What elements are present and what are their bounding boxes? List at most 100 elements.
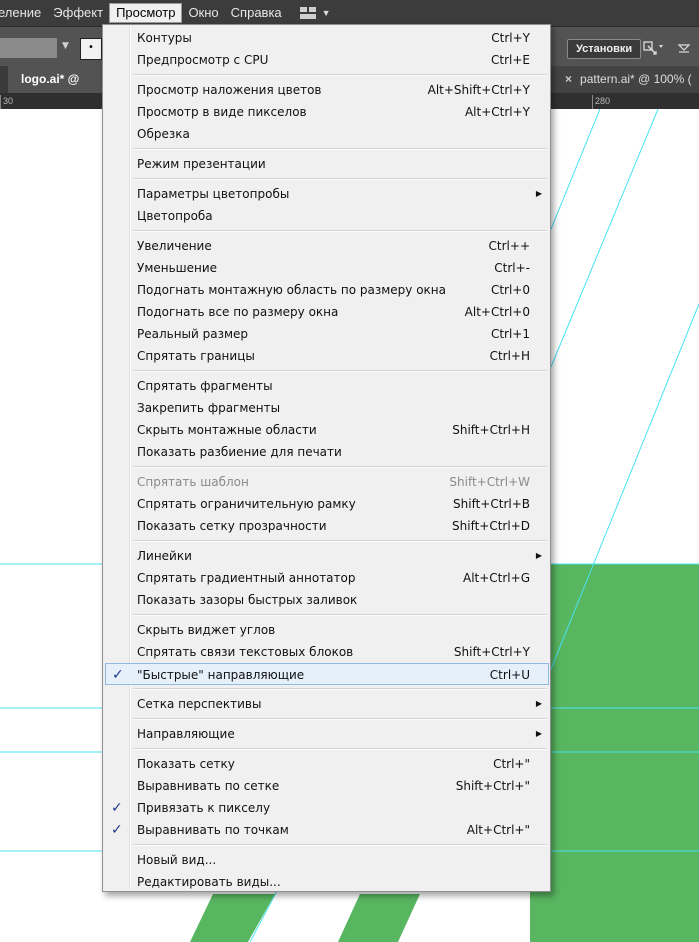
menu-item-label: Контуры	[137, 31, 192, 45]
menu-item-shortcut: Alt+Ctrl+"	[466, 823, 530, 837]
menu-item-16[interactable]: Реальный размер Ctrl+1	[105, 323, 548, 345]
ruler-label: 30	[3, 96, 14, 106]
menu-item-29[interactable]: Спрятать градиентный аннотатор Alt+Ctrl+G	[105, 567, 548, 589]
submenu-arrow-icon: ▶	[535, 551, 542, 560]
menu-item-4[interactable]: Просмотр в виде пикселов Alt+Ctrl+Y	[105, 101, 548, 123]
layout-grid-icon	[299, 7, 316, 19]
menu-item-9[interactable]: Параметры цветопробы ▶	[105, 183, 548, 205]
view-menu-dropdown: Контуры Ctrl+Y Предпросмотр с CPU Ctrl+E Про…	[102, 24, 551, 892]
menu-item-36[interactable]: Сетка перспективы ▶	[105, 693, 548, 715]
checkmark-icon: ✓	[111, 822, 123, 838]
menu-item-shortcut: Ctrl+0	[490, 283, 530, 297]
menu-item-22[interactable]: Показать разбиение для печати	[105, 441, 548, 463]
menu-item-label: Подогнать монтажную область по размеру о…	[137, 283, 446, 297]
menu-item-label: Редактировать виды...	[137, 875, 281, 889]
menu-item-17[interactable]: Спрятать границы Ctrl+H	[105, 345, 548, 367]
menu-item-21[interactable]: Скрыть монтажные области Shift+Ctrl+H	[105, 419, 548, 441]
menu-item-33[interactable]: Спрятать связи текстовых блоков Shift+Ctr…	[105, 641, 548, 663]
stroke-weight-field[interactable]	[0, 38, 57, 58]
arrange-icon[interactable]	[642, 39, 664, 57]
panel-menu-icon[interactable]	[676, 39, 692, 57]
menu-item-0[interactable]: Контуры Ctrl+Y	[105, 27, 548, 49]
menu-item-38[interactable]: Направляющие ▶	[105, 723, 548, 745]
menu-item-13[interactable]: Уменьшение Ctrl+-	[105, 257, 548, 279]
menu-item-label: Скрыть монтажные области	[137, 423, 317, 437]
menu-item-43[interactable]: ✓ Выравнивать по точкам Alt+Ctrl+"	[105, 819, 548, 841]
bullet-icon[interactable]: •	[80, 38, 102, 60]
menu-item-label: Обрезка	[137, 127, 190, 141]
menu-item-shortcut: Ctrl+U	[489, 668, 530, 682]
menu-item-12[interactable]: Увеличение Ctrl++	[105, 235, 548, 257]
tab-label: pattern.ai* @ 100% (	[580, 72, 692, 86]
menu-item-label: Просмотр наложения цветов	[137, 83, 322, 97]
green-stripe-mid	[338, 894, 420, 942]
menu-item-46[interactable]: Редактировать виды...	[105, 871, 548, 893]
menu-window[interactable]: Окно	[182, 3, 224, 23]
menu-view[interactable]: Просмотр	[109, 3, 183, 23]
menu-item-shortcut: Ctrl+H	[489, 349, 530, 363]
menu-item-1[interactable]: Предпросмотр с CPU Ctrl+E	[105, 49, 548, 71]
menu-separator	[133, 370, 547, 372]
menu-help[interactable]: Справка	[225, 3, 288, 23]
menu-effect[interactable]: Эффект	[47, 3, 109, 23]
menu-item-45[interactable]: Новый вид...	[105, 849, 548, 871]
preferences-button[interactable]: Установки	[567, 39, 642, 59]
menu-item-3[interactable]: Просмотр наложения цветов Alt+Shift+Ctrl+…	[105, 79, 548, 101]
menu-separator	[133, 540, 547, 542]
guide-line	[550, 109, 601, 230]
menu-item-label: Параметры цветопробы	[137, 187, 290, 201]
workspace-switcher[interactable]: ▼	[299, 7, 331, 19]
menu-item-30[interactable]: Показать зазоры быстрых заливок	[105, 589, 548, 611]
menu-item-28[interactable]: Линейки ▶	[105, 545, 548, 567]
close-icon[interactable]: ×	[565, 72, 572, 86]
menu-item-25[interactable]: Спрятать ограничительную рамку Shift+Ctrl…	[105, 493, 548, 515]
green-block-right	[530, 564, 699, 942]
guide-line	[550, 109, 659, 368]
menu-item-shortcut: Ctrl+Y	[491, 31, 530, 45]
menu-item-shortcut: Shift+Ctrl+H	[452, 423, 530, 437]
menu-item-40[interactable]: Показать сетку Ctrl+"	[105, 753, 548, 775]
menu-item-shortcut: Shift+Ctrl+W	[449, 475, 530, 489]
menu-item-34[interactable]: ✓ "Быстрые" направляющие Ctrl+U	[105, 663, 549, 685]
tab-logo[interactable]: logo.ai* @ 1200	[8, 66, 106, 113]
menu-separator	[133, 466, 547, 468]
chevron-down-icon: ▼	[321, 8, 331, 18]
menu-item-shortcut: Shift+Ctrl+"	[455, 779, 530, 793]
menu-select[interactable]: еление	[0, 3, 47, 23]
menu-item-32[interactable]: Скрыть виджет углов	[105, 619, 548, 641]
menu-item-label: Выравнивать по точкам	[137, 823, 289, 837]
submenu-arrow-icon: ▶	[535, 189, 542, 198]
menu-item-42[interactable]: ✓ Привязать к пикселу	[105, 797, 548, 819]
menu-item-label: Закрепить фрагменты	[137, 401, 281, 415]
checkmark-icon: ✓	[111, 800, 123, 816]
menu-item-label: Линейки	[137, 549, 192, 563]
menu-item-7[interactable]: Режим презентации	[105, 153, 548, 175]
menubar: еление Эффект Просмотр Окно Справка ▼	[0, 0, 699, 26]
tab-pattern[interactable]: × pattern.ai* @ 100% (	[565, 66, 699, 93]
ruler-mark	[0, 95, 1, 109]
menu-item-label: Показать зазоры быстрых заливок	[137, 593, 358, 607]
menu-item-label: Показать разбиение для печати	[137, 445, 342, 459]
menu-separator	[133, 178, 547, 180]
ruler-label: 280	[595, 96, 611, 106]
menu-item-label: Цветопроба	[137, 209, 213, 223]
chevron-down-icon[interactable]: ▼	[62, 41, 69, 51]
menu-item-label: Спрятать границы	[137, 349, 255, 363]
menu-item-10[interactable]: Цветопроба	[105, 205, 548, 227]
menu-item-41[interactable]: Выравнивать по сетке Shift+Ctrl+"	[105, 775, 548, 797]
menu-item-19[interactable]: Спрятать фрагменты	[105, 375, 548, 397]
menu-item-label: "Быстрые" направляющие	[137, 668, 305, 682]
menu-item-label: Направляющие	[137, 727, 235, 741]
menu-separator	[133, 718, 547, 720]
menu-item-label: Увеличение	[137, 239, 212, 253]
menu-item-shortcut: Ctrl+-	[494, 261, 530, 275]
menu-item-26[interactable]: Показать сетку прозрачности Shift+Ctrl+D	[105, 515, 548, 537]
menu-item-shortcut: Shift+Ctrl+D	[452, 519, 530, 533]
menu-item-14[interactable]: Подогнать монтажную область по размеру о…	[105, 279, 548, 301]
menu-item-label: Привязать к пикселу	[137, 801, 271, 815]
menu-item-label: Показать сетку	[137, 757, 235, 771]
menu-item-shortcut: Alt+Ctrl+Y	[464, 105, 530, 119]
menu-item-5[interactable]: Обрезка	[105, 123, 548, 145]
menu-item-15[interactable]: Подогнать все по размеру окна Alt+Ctrl+0	[105, 301, 548, 323]
menu-item-20[interactable]: Закрепить фрагменты	[105, 397, 548, 419]
